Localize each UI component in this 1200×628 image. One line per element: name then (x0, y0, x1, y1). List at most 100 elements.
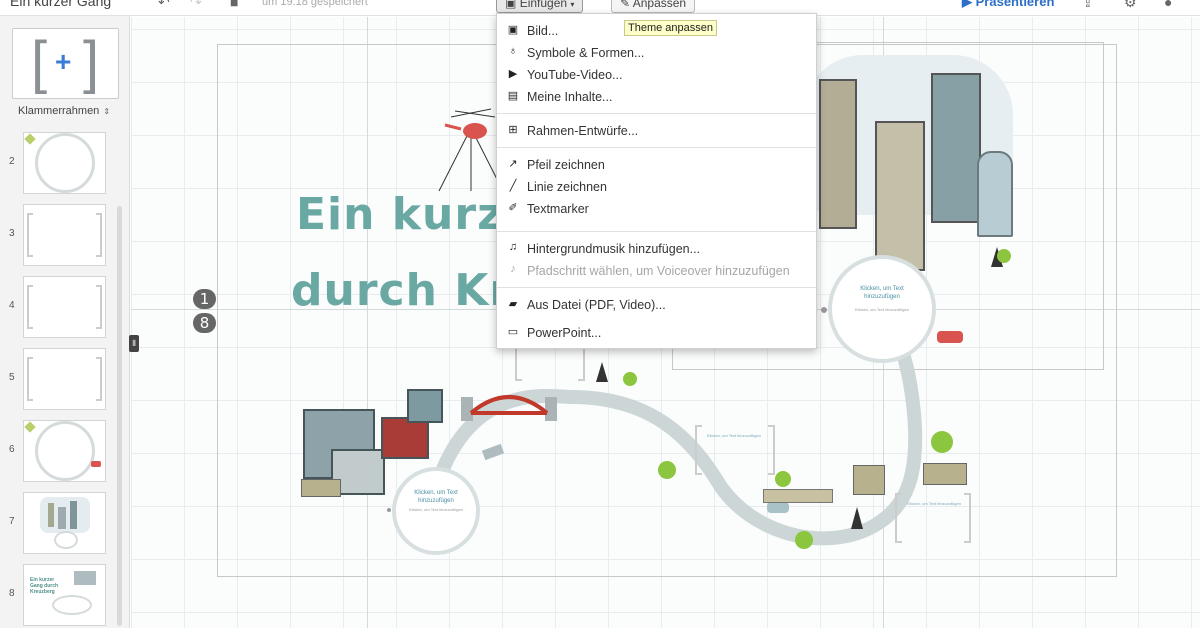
highlighter-icon: ✐ (508, 202, 518, 214)
tree-illustration (931, 431, 953, 453)
chevron-down-icon: ▾ (570, 0, 575, 9)
insert-menu: ▣ Bild... ♁ Symbole & Formen... ▶ YouTub… (496, 13, 817, 349)
menu-item-from-file[interactable]: ▰ Aus Datei (PDF, Video)... (497, 294, 816, 316)
powerpoint-icon: ▭ (507, 326, 519, 338)
save-icon[interactable]: ■ (230, 0, 238, 10)
menu-item-frame-designs[interactable]: ⊞ Rahmen-Entwürfe... (497, 120, 816, 142)
thumbnail-preview (23, 348, 106, 410)
car-illustration (937, 331, 963, 343)
tree-illustration (795, 531, 813, 549)
thumbnail-item[interactable]: 5 (0, 348, 130, 412)
redo-icon[interactable]: ↷ (190, 0, 202, 11)
arrow-icon: ↗ (508, 158, 518, 170)
thumbnail-item[interactable]: 4 (0, 276, 130, 340)
menu-item-powerpoint[interactable]: ▭ PowerPoint... (497, 322, 816, 344)
thumbnail-item[interactable]: 3 (0, 204, 130, 268)
bracket-frame[interactable]: Klicken, um Text hinzuzufügen (695, 425, 775, 475)
thumbnail-number: 4 (9, 300, 15, 311)
frame-plus-icon: ⊞ (508, 124, 518, 136)
document-title[interactable]: Ein kurzer Gang (10, 0, 111, 9)
menu-item-draw-line[interactable]: ╱ Linie zeichnen (497, 176, 816, 198)
insert-label: Einfügen (519, 0, 568, 10)
bracket-frame-title: Klicken, um Text hinzuzufügen (707, 433, 761, 438)
thumbnail-preview: Ein kurzer Gang durch Kreuzberg (23, 564, 106, 626)
share-icon[interactable]: ⇪ (1082, 0, 1094, 11)
customize-label: Anpassen (632, 0, 687, 10)
skyscraper-illustration (819, 79, 857, 229)
menu-item-label: Meine Inhalte... (527, 90, 613, 104)
updown-icon: ⇕ (103, 107, 111, 116)
menu-item-label: PowerPoint... (527, 326, 602, 340)
thumbnail-item[interactable]: 2 (0, 132, 130, 196)
save-status: um 19:18 gespeichert (262, 0, 368, 8)
menu-item-my-content[interactable]: ▤ Meine Inhalte... (497, 86, 816, 108)
bracket-left-icon: [ (31, 30, 48, 95)
menu-item-label: Bild... (527, 24, 559, 38)
thumbnail-title: Ein kurzer Gang durch Kreuzberg (30, 577, 59, 595)
thumbnail-scrollbar[interactable] (117, 206, 122, 626)
image-icon: ▣ (507, 24, 519, 36)
tree-illustration (658, 461, 676, 479)
circle-frame-subtitle: Klicken, um Text hinzuzufügen (409, 507, 463, 512)
wall-illustration (853, 465, 885, 495)
menu-item-symbols[interactable]: ♁ Symbole & Formen... (497, 42, 816, 64)
customize-button[interactable]: ✎ Anpassen (611, 0, 696, 13)
skyscraper-illustration (977, 151, 1013, 237)
insert-button[interactable]: ▣ Einfügen ▾ (496, 0, 584, 13)
present-button[interactable]: ▶ Präsentieren (962, 0, 1054, 10)
circle-frame[interactable]: Klicken, um Text hinzuzufügen Klicken, u… (828, 255, 936, 363)
music-file-icon: ♫ (508, 241, 518, 253)
menu-item-label: Linie zeichnen (527, 180, 607, 194)
tree-illustration (997, 249, 1011, 263)
line-icon: ╱ (509, 180, 517, 192)
thumbnail-number: 5 (9, 372, 15, 383)
frame-type-preview[interactable]: [ + ] (12, 28, 119, 99)
thumbnail-item[interactable]: 6 (0, 420, 130, 484)
thumbnail-item[interactable]: 8 Ein kurzer Gang durch Kreuzberg (0, 564, 130, 628)
menu-item-label: Symbole & Formen... (527, 46, 645, 60)
menu-item-highlighter[interactable]: ✐ Textmarker (497, 198, 816, 220)
undo-icon[interactable]: ↶ (158, 0, 170, 11)
frame-type-label: Klammerrahmen (18, 105, 100, 117)
wall-illustration (763, 489, 833, 503)
car-illustration (767, 502, 789, 513)
menu-item-background-music[interactable]: ♫ Hintergrundmusik hinzufügen... (497, 238, 816, 260)
thumbnail-item[interactable]: 7 (0, 492, 130, 556)
menu-item-youtube[interactable]: ▶ YouTube-Video... (497, 64, 816, 86)
tree-illustration (596, 362, 608, 382)
tree-illustration (851, 507, 863, 529)
wall-illustration (923, 463, 967, 485)
folder-icon: ▤ (507, 90, 519, 102)
thumbnail-number: 8 (9, 588, 15, 599)
sidebar: [ + ] Klammerrahmen ⇕ 2 3 4 5 6 7 8 Ein … (0, 16, 130, 628)
frame-type-selector[interactable]: Klammerrahmen ⇕ (18, 105, 110, 117)
help-icon[interactable]: ● (1164, 0, 1172, 10)
circle-frame[interactable]: Klicken, um Text hinzuzufügen Klicken, u… (392, 467, 480, 555)
tree-illustration (775, 471, 791, 487)
gear-icon[interactable]: ⚙ (1124, 0, 1137, 11)
menu-item-label: Pfadschritt wählen, um Voiceover hinzuzu… (527, 264, 790, 278)
thumbnail-number: 7 (9, 516, 15, 527)
tooltip: Theme anpassen (624, 20, 717, 36)
bridge-illustration (461, 395, 557, 421)
thumbnail-preview (23, 420, 106, 482)
menu-item-label: Hintergrundmusik hinzufügen... (527, 242, 701, 256)
house-illustration (407, 389, 443, 423)
thumbnail-list: 2 3 4 5 6 7 8 Ein kurzer Gang durch Kreu… (0, 130, 130, 628)
circle-frame-title: Klicken, um Text hinzuzufügen (414, 490, 458, 504)
menu-item-label: YouTube-Video... (527, 68, 623, 82)
thumbnail-preview (23, 276, 106, 338)
image-icon: ▣ (505, 0, 517, 10)
menu-item-label: Textmarker (527, 202, 589, 216)
bracket-frame[interactable]: Klicken, um Text hinzuzufügen (895, 493, 971, 543)
thumbnail-preview (23, 204, 106, 266)
file-icon: ▰ (508, 298, 518, 310)
bracket-frame[interactable] (515, 345, 585, 381)
sidebar-collapse-handle[interactable]: ⫴ (129, 335, 139, 352)
thumbnail-number: 3 (9, 228, 15, 239)
wall-illustration (301, 479, 341, 497)
menu-item-draw-arrow[interactable]: ↗ Pfeil zeichnen (497, 154, 816, 176)
skyscraper-illustration (875, 121, 925, 271)
menu-item-label: Rahmen-Entwürfe... (527, 124, 639, 138)
brush-icon: ✎ (620, 0, 631, 10)
